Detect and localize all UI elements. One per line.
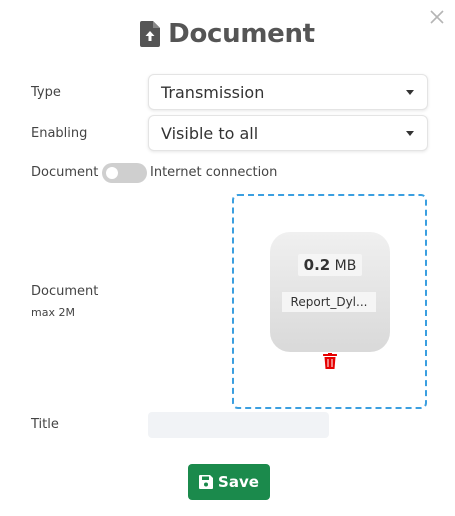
- enabling-select[interactable]: Visible to all: [148, 115, 428, 151]
- save-button[interactable]: Save: [188, 464, 270, 500]
- page-title: Document: [168, 19, 315, 49]
- file-size: 0.2 MB: [270, 254, 390, 276]
- title-label: Title: [31, 417, 59, 432]
- chevron-down-icon: [406, 90, 414, 95]
- document-upload-label: Document: [31, 284, 99, 299]
- file-size-value: 0.2: [303, 256, 331, 274]
- uploaded-file-card: 0.2 MB Report_Dyl...: [270, 232, 390, 352]
- enabling-label: Enabling: [31, 126, 88, 141]
- file-size-unit: MB: [334, 258, 357, 274]
- type-select-value: Transmission: [161, 82, 265, 102]
- document-toggle-label: Document: [31, 165, 99, 180]
- trash-icon[interactable]: [323, 353, 337, 369]
- title-input[interactable]: [148, 412, 329, 438]
- type-select[interactable]: Transmission: [148, 74, 428, 110]
- save-button-label: Save: [218, 473, 259, 491]
- file-upload-icon: [140, 21, 161, 47]
- floppy-disk-icon: [199, 475, 214, 489]
- type-label: Type: [31, 85, 61, 100]
- document-dropzone[interactable]: 0.2 MB Report_Dyl...: [232, 194, 427, 409]
- chevron-down-icon: [406, 131, 414, 136]
- modal-header: Document: [0, 14, 455, 54]
- internet-connection-toggle[interactable]: [102, 163, 147, 183]
- toggle-knob: [106, 167, 118, 179]
- enabling-select-value: Visible to all: [161, 123, 259, 143]
- file-name: Report_Dyl...: [282, 292, 376, 312]
- toggle-option-label: Internet connection: [150, 165, 278, 180]
- document-size-hint: max 2M: [31, 306, 75, 319]
